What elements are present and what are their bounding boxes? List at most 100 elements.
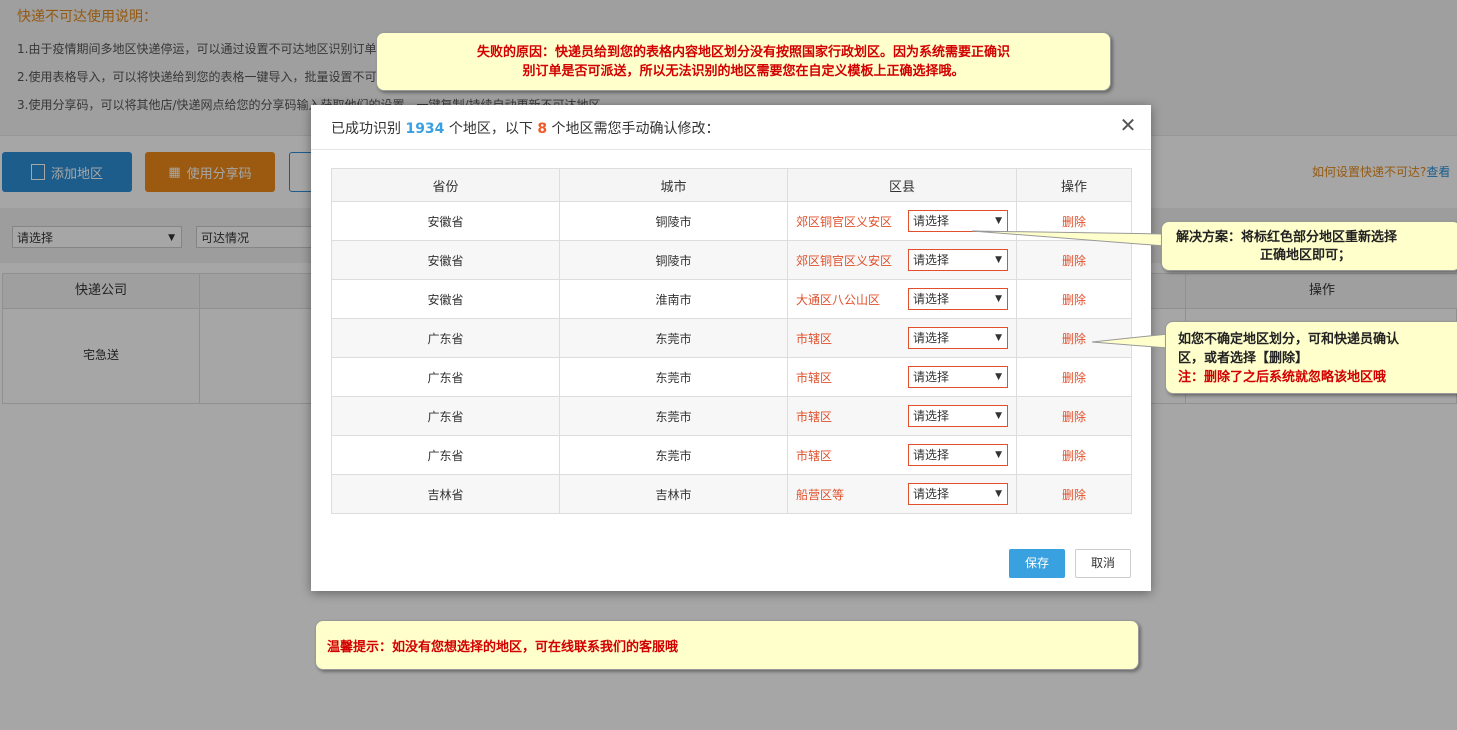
table-row: 广东省 东莞市 市辖区 请选择 ▼ 删除 (331, 396, 1132, 436)
district-select-value: 请选择 (913, 214, 950, 228)
table-row: 广东省 东莞市 市辖区 请选择 ▼ 删除 (331, 435, 1132, 475)
unsure-note: 注：删除了之后系统就忽略该地区哦 (1178, 370, 1387, 385)
city-cell: 东莞市 (559, 435, 788, 475)
delete-link[interactable]: 删除 (1062, 293, 1086, 307)
district-cell: 市辖区 请选择 ▼ (787, 435, 1017, 475)
action-cell: 删除 (1016, 357, 1132, 397)
district-select[interactable]: 请选择 ▼ (908, 210, 1008, 232)
action-cell: 删除 (1016, 435, 1132, 475)
province-cell: 吉林省 (331, 474, 560, 514)
chevron-down-icon: ▼ (995, 411, 1002, 421)
column-header-district: 区县 (787, 168, 1017, 202)
chevron-down-icon: ▼ (995, 294, 1002, 304)
recognized-count: 1934 (405, 121, 445, 137)
district-select-value: 请选择 (913, 370, 950, 384)
province-cell: 广东省 (331, 396, 560, 436)
district-select[interactable]: 请选择 ▼ (908, 327, 1008, 349)
action-cell: 删除 (1016, 201, 1132, 241)
unrecognized-district: 市辖区 (796, 371, 833, 385)
unsure-line-2: 区，或者选择【删除】 (1178, 351, 1309, 366)
column-header-city: 城市 (559, 168, 788, 202)
chevron-down-icon: ▼ (995, 489, 1002, 499)
delete-link[interactable]: 删除 (1062, 215, 1086, 229)
delete-link[interactable]: 删除 (1062, 410, 1086, 424)
unrecognized-district: 市辖区 (796, 332, 833, 346)
action-cell: 删除 (1016, 240, 1132, 280)
cancel-button[interactable]: 取消 (1075, 549, 1131, 578)
district-cell: 市辖区 请选择 ▼ (787, 318, 1017, 358)
unrecognized-district: 郊区铜官区义安区 (796, 215, 893, 229)
solution-line-1: 解决方案：将标红色部分地区重新选择 (1176, 230, 1398, 245)
manual-confirm-dialog: 已成功识别 1934 个地区，以下 8 个地区需您手动确认修改： ✕ 省份 城市… (311, 105, 1151, 591)
title-suffix: 个地区需您手动确认修改： (551, 121, 720, 137)
district-select[interactable]: 请选择 ▼ (908, 483, 1008, 505)
delete-link[interactable]: 删除 (1062, 371, 1086, 385)
table-row: 安徽省 淮南市 大通区八公山区 请选择 ▼ 删除 (331, 279, 1132, 319)
chevron-down-icon: ▼ (995, 216, 1002, 226)
column-header-action: 操作 (1016, 168, 1132, 202)
delete-link[interactable]: 删除 (1062, 449, 1086, 463)
city-cell: 东莞市 (559, 357, 788, 397)
solution-line-2: 正确地区即可； (1260, 248, 1352, 263)
district-cell: 市辖区 请选择 ▼ (787, 357, 1017, 397)
district-select[interactable]: 请选择 ▼ (908, 366, 1008, 388)
district-select-value: 请选择 (913, 448, 950, 462)
chevron-down-icon: ▼ (995, 450, 1002, 460)
title-prefix: 已成功识别 (331, 121, 401, 137)
unrecognized-district: 市辖区 (796, 449, 833, 463)
action-cell: 删除 (1016, 279, 1132, 319)
chevron-down-icon: ▼ (995, 333, 1002, 343)
chevron-down-icon: ▼ (995, 255, 1002, 265)
district-select-value: 请选择 (913, 409, 950, 423)
table-row: 安徽省 铜陵市 郊区铜官区义安区 请选择 ▼ 删除 (331, 240, 1132, 280)
district-select[interactable]: 请选择 ▼ (908, 405, 1008, 427)
city-cell: 东莞市 (559, 396, 788, 436)
district-select-value: 请选择 (913, 292, 950, 306)
tip-callout: 温馨提示：如没有您想选择的地区，可在线联系我们的客服哦 (315, 620, 1139, 670)
dialog-title: 已成功识别 1934 个地区，以下 8 个地区需您手动确认修改： (331, 118, 720, 138)
district-select-value: 请选择 (913, 253, 950, 267)
province-cell: 广东省 (331, 357, 560, 397)
city-cell: 铜陵市 (559, 240, 788, 280)
province-cell: 广东省 (331, 318, 560, 358)
failure-reason-line-2: 别订单是否可派送，所以无法识别的地区需要您在自定义模板上正确选择哦。 (522, 64, 965, 79)
table-row: 安徽省 铜陵市 郊区铜官区义安区 请选择 ▼ 删除 (331, 201, 1132, 241)
district-cell: 大通区八公山区 请选择 ▼ (787, 279, 1017, 319)
city-cell: 吉林市 (559, 474, 788, 514)
solution-callout: 解决方案：将标红色部分地区重新选择 正确地区即可； (1161, 221, 1457, 271)
province-cell: 安徽省 (331, 279, 560, 319)
failure-reason-callout: 失败的原因：快递员给到您的表格内容地区划分没有按照国家行政划区。因为系统需要正确… (376, 32, 1111, 91)
district-select[interactable]: 请选择 ▼ (908, 444, 1008, 466)
province-cell: 广东省 (331, 435, 560, 475)
delete-link[interactable]: 删除 (1062, 332, 1086, 346)
action-cell: 删除 (1016, 318, 1132, 358)
city-cell: 铜陵市 (559, 201, 788, 241)
district-select[interactable]: 请选择 ▼ (908, 288, 1008, 310)
district-select-value: 请选择 (913, 487, 950, 501)
table-row: 广东省 东莞市 市辖区 请选择 ▼ 删除 (331, 357, 1132, 397)
table-header-row: 省份 城市 区县 操作 (331, 168, 1132, 202)
chevron-down-icon: ▼ (995, 372, 1002, 382)
district-select-value: 请选择 (913, 331, 950, 345)
failure-reason-line-1: 失败的原因：快递员给到您的表格内容地区划分没有按照国家行政划区。因为系统需要正确… (476, 45, 1010, 60)
close-icon[interactable]: ✕ (1118, 115, 1138, 135)
table-row: 吉林省 吉林市 船营区等 请选择 ▼ 删除 (331, 474, 1132, 514)
district-cell: 郊区铜官区义安区 请选择 ▼ (787, 240, 1017, 280)
province-cell: 安徽省 (331, 201, 560, 241)
action-cell: 删除 (1016, 474, 1132, 514)
delete-link[interactable]: 删除 (1062, 488, 1086, 502)
save-button[interactable]: 保存 (1009, 549, 1065, 578)
province-cell: 安徽省 (331, 240, 560, 280)
unrecognized-district: 市辖区 (796, 410, 833, 424)
table-row: 广东省 东莞市 市辖区 请选择 ▼ 删除 (331, 318, 1132, 358)
city-cell: 东莞市 (559, 318, 788, 358)
unrecognized-district: 郊区铜官区义安区 (796, 254, 893, 268)
delete-link[interactable]: 删除 (1062, 254, 1086, 268)
district-cell: 船营区等 请选择 ▼ (787, 474, 1017, 514)
district-cell: 市辖区 请选择 ▼ (787, 396, 1017, 436)
title-mid: 个地区，以下 (448, 121, 533, 137)
district-select[interactable]: 请选择 ▼ (908, 249, 1008, 271)
action-cell: 删除 (1016, 396, 1132, 436)
manual-count: 8 (537, 121, 548, 137)
column-header-province: 省份 (331, 168, 560, 202)
